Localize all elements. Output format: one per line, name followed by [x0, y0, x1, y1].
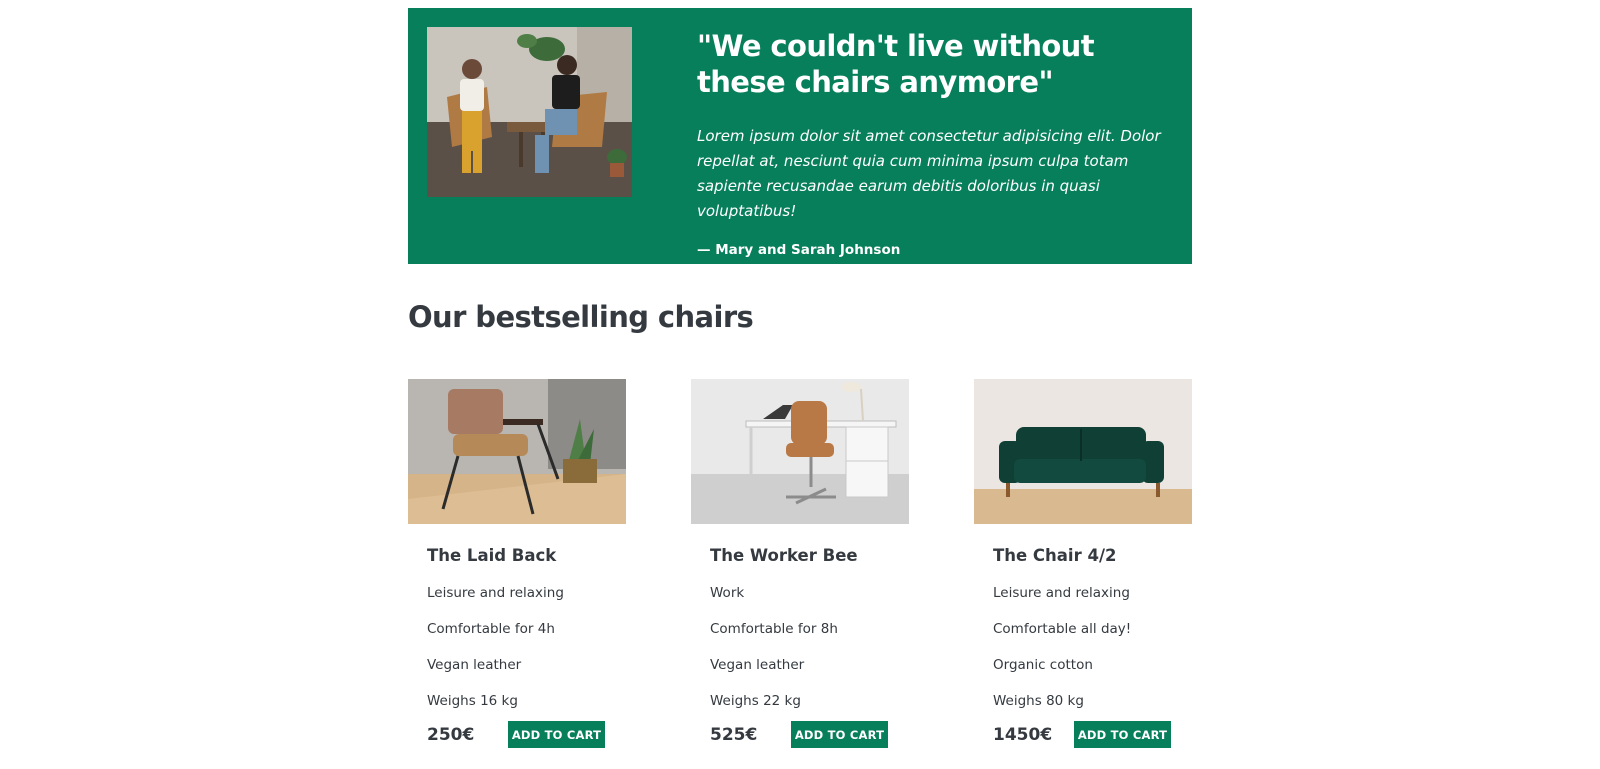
product-card: The Chair 4/2 Leisure and relaxing Comfo…	[974, 379, 1192, 769]
product-details: Work Comfortable for 8h Vegan leather We…	[710, 575, 890, 719]
product-card: The Worker Bee Work Comfortable for 8h V…	[691, 379, 909, 769]
testimonial-quote: "We couldn't live without these chairs a…	[697, 29, 1095, 99]
product-details: Leisure and relaxing Comfortable all day…	[993, 575, 1173, 719]
product-material: Vegan leather	[710, 657, 805, 673]
testimonial-text: "We couldn't live without these chairs a…	[697, 28, 1167, 258]
testimonial-section: "We couldn't live without these chairs a…	[408, 8, 1192, 264]
product-grid: The Laid Back Leisure and relaxing Comfo…	[408, 379, 1192, 769]
product-details: Leisure and relaxing Comfortable for 4h …	[427, 575, 607, 719]
product-price: 250€	[427, 724, 475, 745]
add-to-cart-button[interactable]: Add to cart	[791, 721, 888, 748]
product-comfort: Comfortable for 4h	[427, 621, 555, 637]
product-use: Work	[710, 585, 745, 601]
product-footer: 525€ Add to cart	[710, 721, 890, 748]
section-title: Our bestselling chairs	[408, 300, 754, 334]
product-weight: Weighs 22 kg	[710, 693, 801, 709]
add-to-cart-button[interactable]: Add to cart	[1074, 721, 1171, 748]
product-name: The Laid Back	[427, 546, 557, 565]
product-use: Leisure and relaxing	[427, 585, 564, 601]
product-card: The Laid Back Leisure and relaxing Comfo…	[408, 379, 626, 769]
product-image	[691, 379, 909, 524]
product-body: The Worker Bee Work Comfortable for 8h V…	[691, 546, 909, 748]
testimonial-photo	[427, 27, 632, 197]
product-weight: Weighs 16 kg	[427, 693, 518, 709]
add-to-cart-button[interactable]: Add to cart	[508, 721, 605, 748]
product-comfort: Comfortable for 8h	[710, 621, 838, 637]
testimonial-body: Lorem ipsum dolor sit amet consectetur a…	[697, 127, 1161, 220]
product-material: Organic cotton	[993, 657, 1093, 673]
product-body: The Chair 4/2 Leisure and relaxing Comfo…	[974, 546, 1192, 748]
product-use: Leisure and relaxing	[993, 585, 1130, 601]
product-price: 1450€	[993, 724, 1053, 745]
product-material: Vegan leather	[427, 657, 522, 673]
product-body: The Laid Back Leisure and relaxing Comfo…	[408, 546, 626, 748]
product-weight: Weighs 80 kg	[993, 693, 1084, 709]
product-image	[974, 379, 1192, 524]
product-name: The Worker Bee	[710, 546, 858, 565]
product-image	[408, 379, 626, 524]
testimonial-author: — Mary and Sarah Johnson	[697, 242, 901, 258]
product-footer: 1450€ Add to cart	[993, 721, 1173, 748]
product-name: The Chair 4/2	[993, 546, 1117, 565]
product-footer: 250€ Add to cart	[427, 721, 607, 748]
product-price: 525€	[710, 724, 758, 745]
product-comfort: Comfortable all day!	[993, 621, 1132, 637]
